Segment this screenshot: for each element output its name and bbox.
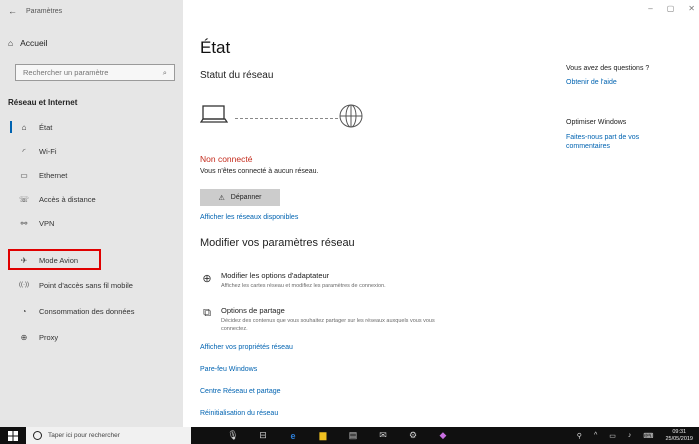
main-content: – ▢ ✕ État Statut du réseau Non connecté… bbox=[183, 0, 699, 427]
laptop-icon bbox=[200, 105, 228, 123]
connection-line bbox=[235, 118, 338, 119]
clock-date: 25/05/2019 bbox=[665, 435, 693, 442]
nav-home[interactable]: ⌂ Accueil bbox=[8, 38, 48, 48]
dialup-icon: ☏ bbox=[18, 194, 29, 204]
clock-time: 09:31 bbox=[672, 428, 687, 435]
window-controls: – ▢ ✕ bbox=[648, 4, 695, 13]
home-icon: ⌂ bbox=[8, 38, 14, 48]
help-link[interactable]: Obtenir de l'aide bbox=[566, 79, 617, 86]
proxy-icon: ⊕ bbox=[20, 332, 28, 342]
volume-icon[interactable]: ♪ bbox=[628, 432, 632, 439]
sidebar-item-proxy[interactable]: ⊕ Proxy bbox=[0, 327, 183, 347]
sidebar-item-acces-distance[interactable]: ☏ Accès à distance bbox=[0, 189, 183, 209]
repair-button[interactable]: ⚠ Dépanner bbox=[200, 189, 280, 206]
taskbar-pinned-apps: 🎙 ⊟ e ▆ ▤ ✉ ⚙ ◆ bbox=[227, 430, 449, 442]
home-network-icon: ⌂ bbox=[21, 122, 27, 132]
keyboard-icon[interactable]: ⌨ bbox=[643, 432, 653, 440]
option-title: Options de partage bbox=[221, 306, 285, 315]
sidebar-item-label: Consommation des données bbox=[39, 306, 135, 316]
search-icon[interactable]: ⌕ bbox=[163, 68, 167, 78]
network-tray-icon[interactable]: ▭ bbox=[609, 432, 616, 440]
start-button[interactable] bbox=[0, 427, 26, 444]
mail-icon[interactable]: ✉ bbox=[377, 430, 389, 442]
option-desc: Décidez des contenus que vous souhaitez … bbox=[221, 318, 435, 332]
sidebar-item-label: VPN bbox=[39, 218, 55, 228]
mic-icon[interactable]: 🎙 bbox=[227, 430, 239, 442]
sidebar-item-consommation[interactable]: ◔ Consommation des données bbox=[0, 301, 183, 321]
task-view-icon[interactable]: ⊟ bbox=[257, 430, 269, 442]
sidebar-item-point-acces[interactable]: ((·)) Point d'accès sans fil mobile bbox=[0, 275, 183, 295]
settings-search[interactable]: ⌕ bbox=[15, 64, 175, 81]
network-sharing-center-link[interactable]: Centre Réseau et partage bbox=[200, 388, 281, 395]
file-explorer-icon[interactable]: ▆ bbox=[317, 430, 329, 442]
section-title: Réseau et Internet bbox=[8, 98, 78, 107]
option-desc: Affichez les cartes réseau et modifiez l… bbox=[221, 283, 386, 289]
vpn-icon: ⚯ bbox=[20, 218, 28, 228]
clock[interactable]: 09:31 25/05/2019 bbox=[665, 429, 693, 443]
warning-icon: ⚠ bbox=[218, 194, 225, 202]
page-title: État bbox=[200, 38, 231, 57]
sidebar: ← Paramètres ⌂ Accueil ⌕ Réseau et Inter… bbox=[0, 0, 183, 427]
show-networks-link[interactable]: Afficher les réseaux disponibles bbox=[200, 214, 298, 221]
windows-logo-icon bbox=[8, 430, 18, 441]
globe-icon bbox=[339, 104, 363, 128]
wifi-icon: ◜ bbox=[22, 146, 26, 156]
ethernet-icon: ▭ bbox=[20, 170, 28, 180]
sharing-options-text: Options de partage Décidez des contenus … bbox=[221, 306, 461, 333]
hotspot-icon: ((·)) bbox=[19, 282, 29, 288]
red-highlight-box bbox=[8, 249, 101, 270]
active-indicator bbox=[10, 121, 12, 133]
taskbar-search[interactable]: Taper ici pour rechercher bbox=[26, 427, 191, 444]
status-label: Non connecté bbox=[200, 154, 253, 164]
sharing-icon: ⧉ bbox=[203, 307, 211, 319]
window-title: Paramètres bbox=[26, 7, 63, 15]
back-arrow-icon[interactable]: ← bbox=[8, 6, 17, 16]
sidebar-item-vpn[interactable]: ⚯ VPN bbox=[0, 213, 183, 233]
edge-icon[interactable]: e bbox=[287, 430, 299, 442]
network-status-heading: Statut du réseau bbox=[200, 70, 274, 81]
adapter-options-text: Modifier les options d'adaptateur Affich… bbox=[221, 271, 461, 290]
settings-search-input[interactable] bbox=[23, 68, 153, 77]
taskbar: Taper ici pour rechercher 🎙 ⊟ e ▆ ▤ ✉ ⚙ … bbox=[0, 427, 699, 444]
cortana-circle-icon bbox=[33, 431, 42, 440]
section-heading: Modifier vos paramètres réseau bbox=[200, 237, 355, 249]
maximize-button[interactable]: ▢ bbox=[667, 4, 675, 13]
sidebar-item-etat[interactable]: ⌂ État bbox=[0, 117, 183, 137]
app-icon[interactable]: ◆ bbox=[437, 430, 449, 442]
feedback-link[interactable]: Faites-nous part de vos commentaires bbox=[566, 133, 666, 151]
option-title: Modifier les options d'adaptateur bbox=[221, 271, 330, 280]
people-icon[interactable]: ⚲ bbox=[577, 432, 582, 440]
firewall-link[interactable]: Pare-feu Windows bbox=[200, 366, 257, 373]
sidebar-item-ethernet[interactable]: ▭ Ethernet bbox=[0, 165, 183, 185]
network-properties-link[interactable]: Afficher vos propriétés réseau bbox=[200, 344, 293, 351]
sidebar-item-label: Wi-Fi bbox=[39, 146, 57, 156]
adapter-icon: ⊕ bbox=[202, 273, 212, 285]
sidebar-item-label: État bbox=[39, 122, 53, 132]
sidebar-item-label: Proxy bbox=[39, 332, 59, 342]
repair-button-label: Dépanner bbox=[230, 194, 262, 201]
nav-home-label: Accueil bbox=[20, 38, 48, 48]
sidebar-item-label: Ethernet bbox=[39, 170, 68, 180]
store-icon[interactable]: ▤ bbox=[347, 430, 359, 442]
system-tray: ⚲ ^ ▭ ♪ ⌨ 09:31 25/05/2019 bbox=[577, 427, 693, 444]
optimize-heading: Optimiser Windows bbox=[566, 119, 627, 126]
sharing-options[interactable]: ⧉ Options de partage Décidez des contenu… bbox=[200, 306, 461, 333]
sidebar-item-label: Point d'accès sans fil mobile bbox=[39, 280, 133, 290]
network-reset-link[interactable]: Réinitialisation du réseau bbox=[200, 410, 278, 417]
settings-gear-icon[interactable]: ⚙ bbox=[407, 430, 419, 442]
close-button[interactable]: ✕ bbox=[688, 4, 695, 13]
status-sub: Vous n'êtes connecté à aucun réseau. bbox=[200, 168, 319, 175]
taskbar-search-placeholder: Taper ici pour rechercher bbox=[48, 432, 120, 439]
minimize-button[interactable]: – bbox=[648, 4, 652, 13]
tray-chevron-icon[interactable]: ^ bbox=[594, 432, 597, 439]
sidebar-item-wifi[interactable]: ◜ Wi-Fi bbox=[0, 141, 183, 161]
data-usage-icon: ◔ bbox=[21, 306, 27, 316]
sidebar-item-label: Accès à distance bbox=[39, 194, 96, 204]
questions-heading: Vous avez des questions ? bbox=[566, 65, 650, 72]
titlebar: ← Paramètres bbox=[8, 6, 62, 16]
adapter-options[interactable]: ⊕ Modifier les options d'adaptateur Affi… bbox=[200, 271, 461, 290]
